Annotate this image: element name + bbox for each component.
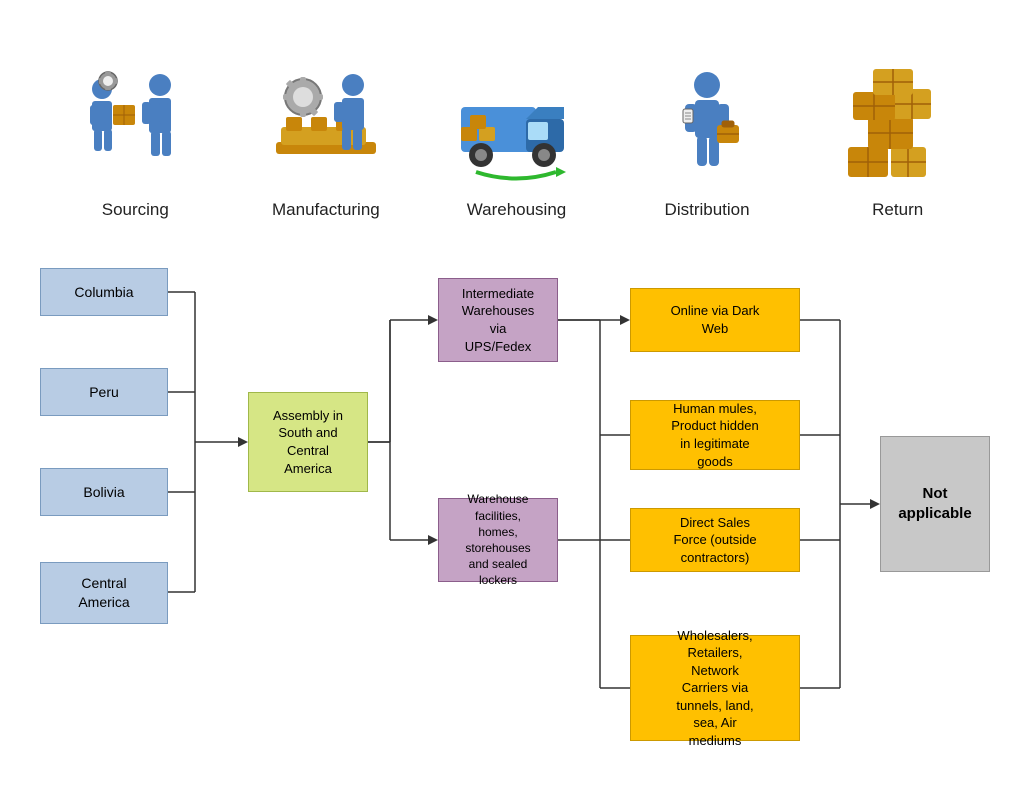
manufacturing-icon-item: Manufacturing <box>246 62 406 220</box>
return-icon-item: Return <box>818 62 978 220</box>
wholesalers-box: Wholesalers, Retailers, Network Carriers… <box>630 635 800 741</box>
sourcing-icon <box>75 62 195 192</box>
bolivia-box: Bolivia <box>40 468 168 516</box>
not-applicable-box: Not applicable <box>880 436 990 572</box>
distribution-label: Distribution <box>665 200 750 220</box>
central-america-box: Central America <box>40 562 168 624</box>
warehouse-fac-box: Warehouse facilities, homes, storehouses… <box>438 498 558 582</box>
online-dark-web-box: Online via Dark Web <box>630 288 800 352</box>
peru-box: Peru <box>40 368 168 416</box>
assembly-box: Assembly in South and Central America <box>248 392 368 492</box>
distribution-icon-item: Distribution <box>627 62 787 220</box>
return-icon <box>838 62 958 192</box>
warehousing-icon-item: Warehousing <box>436 62 596 220</box>
warehousing-icon <box>456 62 576 192</box>
return-label: Return <box>872 200 923 220</box>
icons-row: Sourcing <box>0 0 1033 220</box>
distribution-icon <box>647 62 767 192</box>
warehousing-label: Warehousing <box>467 200 567 220</box>
columbia-box: Columbia <box>40 268 168 316</box>
human-mules-box: Human mules, Product hidden in legitimat… <box>630 400 800 470</box>
sourcing-icon-item: Sourcing <box>55 62 215 220</box>
manufacturing-icon <box>266 62 386 192</box>
flow-area: Columbia Peru Bolivia Central America As… <box>0 240 1033 800</box>
sourcing-label: Sourcing <box>102 200 169 220</box>
main-container: Sourcing <box>0 0 1033 791</box>
manufacturing-label: Manufacturing <box>272 200 380 220</box>
intermediate-wh-box: Intermediate Warehouses via UPS/Fedex <box>438 278 558 362</box>
direct-sales-box: Direct Sales Force (outside contractors) <box>630 508 800 572</box>
